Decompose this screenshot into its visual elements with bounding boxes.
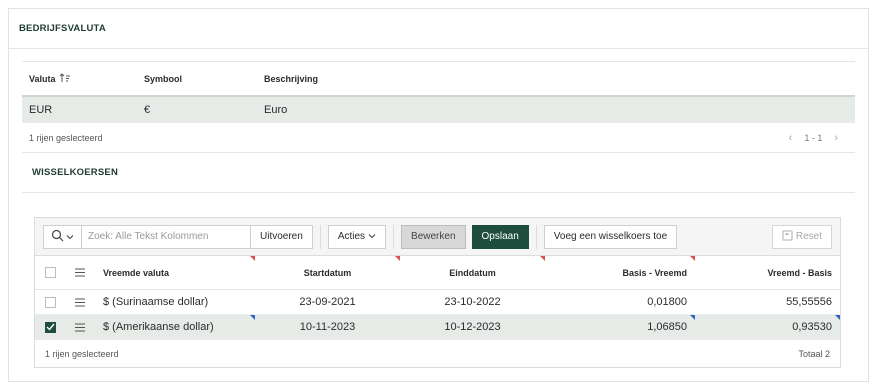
opslaan-button[interactable]: Opslaan (471, 224, 529, 249)
rows-selected-label: 1 rijen geslecteerd (29, 132, 103, 143)
uitvoeren-button[interactable]: Uitvoeren (251, 224, 313, 249)
column-header-vreemd-basis[interactable]: Vreemd - Basis (695, 256, 840, 289)
toolbar-divider (393, 224, 395, 249)
reset-label: Reset (795, 231, 822, 242)
row-menu-icon[interactable] (65, 298, 95, 307)
cell-basis-vreemd[interactable]: 1,06850 (545, 315, 695, 339)
cell-vreemde-valuta[interactable]: $ (Surinaamse dollar) (95, 290, 255, 314)
cell-basis-vreemd[interactable]: 0,01800 (545, 290, 695, 314)
add-exchange-rate-button[interactable]: Voeg een wisselkoers toe (543, 224, 678, 249)
grid-footer: 1 rijen geslecteerd Totaal 2 (35, 340, 840, 367)
table-row[interactable]: $ (Surinaamse dollar) 23-09-2021 23-10-2… (35, 290, 840, 315)
cell-valuta: EUR (29, 104, 53, 116)
pagination: ‹ 1 - 1 › (789, 132, 838, 144)
currency-table-footer: 1 rijen geslecteerd ‹ 1 - 1 › (22, 123, 855, 153)
row-checkbox[interactable] (35, 321, 65, 333)
column-header-symbool[interactable]: Symbool (144, 74, 264, 84)
search-icon (51, 229, 64, 245)
cell-symbool: € (144, 104, 151, 116)
cell-beschrijving: Euro (264, 104, 288, 116)
toolbar-divider (319, 224, 321, 249)
cell-startdatum[interactable]: 23-09-2021 (255, 290, 400, 314)
region-body: Valuta Symbool Beschrijving EUR € Euro 1… (22, 61, 855, 373)
reset-button[interactable]: Reset (771, 224, 832, 249)
cell-einddatum[interactable]: 10-12-2023 (400, 315, 545, 339)
chevron-down-icon (368, 231, 376, 242)
cell-vreemd-basis[interactable]: 55,55556 (695, 290, 840, 314)
reset-icon (782, 230, 793, 244)
toolbar-divider (535, 224, 537, 249)
bedrijfsvaluta-region: BEDRIJFSVALUTA Valuta Symbool Beschrijvi… (8, 8, 869, 382)
checkbox-icon (44, 296, 56, 308)
bedrijfsvaluta-header: BEDRIJFSVALUTA (9, 9, 868, 49)
column-header-valuta[interactable]: Valuta (22, 72, 144, 85)
column-label-valuta: Valuta (29, 73, 56, 84)
bewerken-button[interactable]: Bewerken (401, 224, 466, 249)
total-count: Totaal 2 (798, 348, 830, 359)
column-header-einddatum[interactable]: Einddatum (400, 256, 545, 289)
column-header-basis-vreemd[interactable]: Basis - Vreemd (545, 256, 695, 289)
checkbox-icon (44, 267, 56, 278)
currency-row[interactable]: EUR € Euro (22, 95, 855, 123)
column-header-vreemde-valuta[interactable]: Vreemde valuta (95, 256, 255, 289)
cell-vreemde-valuta[interactable]: $ (Amerikaanse dollar) (95, 315, 255, 339)
bedrijfsvaluta-title: BEDRIJFSVALUTA (19, 23, 106, 34)
chevron-left-icon[interactable]: ‹ (789, 132, 793, 144)
search-input[interactable] (82, 225, 250, 248)
wisselkoersen-header: WISSELKOERSEN (22, 153, 855, 193)
chevron-down-icon (66, 231, 74, 243)
row-menu-icon[interactable] (65, 323, 95, 332)
column-header-beschrijving[interactable]: Beschrijving (264, 74, 855, 84)
checkbox-checked-icon (44, 321, 56, 333)
row-checkbox[interactable] (35, 296, 65, 308)
rows-selected-label: 1 rijen geslecteerd (45, 348, 119, 359)
sort-ascending-icon (59, 72, 71, 85)
cell-startdatum[interactable]: 10-11-2023 (255, 315, 400, 339)
cell-einddatum[interactable]: 23-10-2022 (400, 290, 545, 314)
acties-menu-button[interactable]: Acties (327, 224, 387, 249)
cell-vreemd-basis[interactable]: 0,93530 (695, 315, 840, 339)
wisselkoersen-title: WISSELKOERSEN (32, 167, 118, 178)
search-column-menu[interactable] (44, 225, 82, 248)
select-all-checkbox[interactable] (35, 267, 65, 278)
grid-header: Vreemde valuta Startdatum Einddatum Basi… (35, 256, 840, 290)
grid-toolbar: Uitvoeren Acties Bewerken Opslaan Voeg e… (35, 218, 840, 256)
pagination-range: 1 - 1 (804, 132, 823, 143)
row-menu-icon (65, 268, 95, 277)
chevron-right-icon[interactable]: › (834, 132, 838, 144)
search-bar (43, 224, 251, 249)
table-row[interactable]: $ (Amerikaanse dollar) 10-11-2023 10-12-… (35, 315, 840, 340)
column-header-startdatum[interactable]: Startdatum (255, 256, 400, 289)
currency-table-header: Valuta Symbool Beschrijving (22, 61, 855, 95)
wisselkoersen-grid: Uitvoeren Acties Bewerken Opslaan Voeg e… (34, 217, 841, 368)
acties-label: Acties (337, 231, 366, 242)
